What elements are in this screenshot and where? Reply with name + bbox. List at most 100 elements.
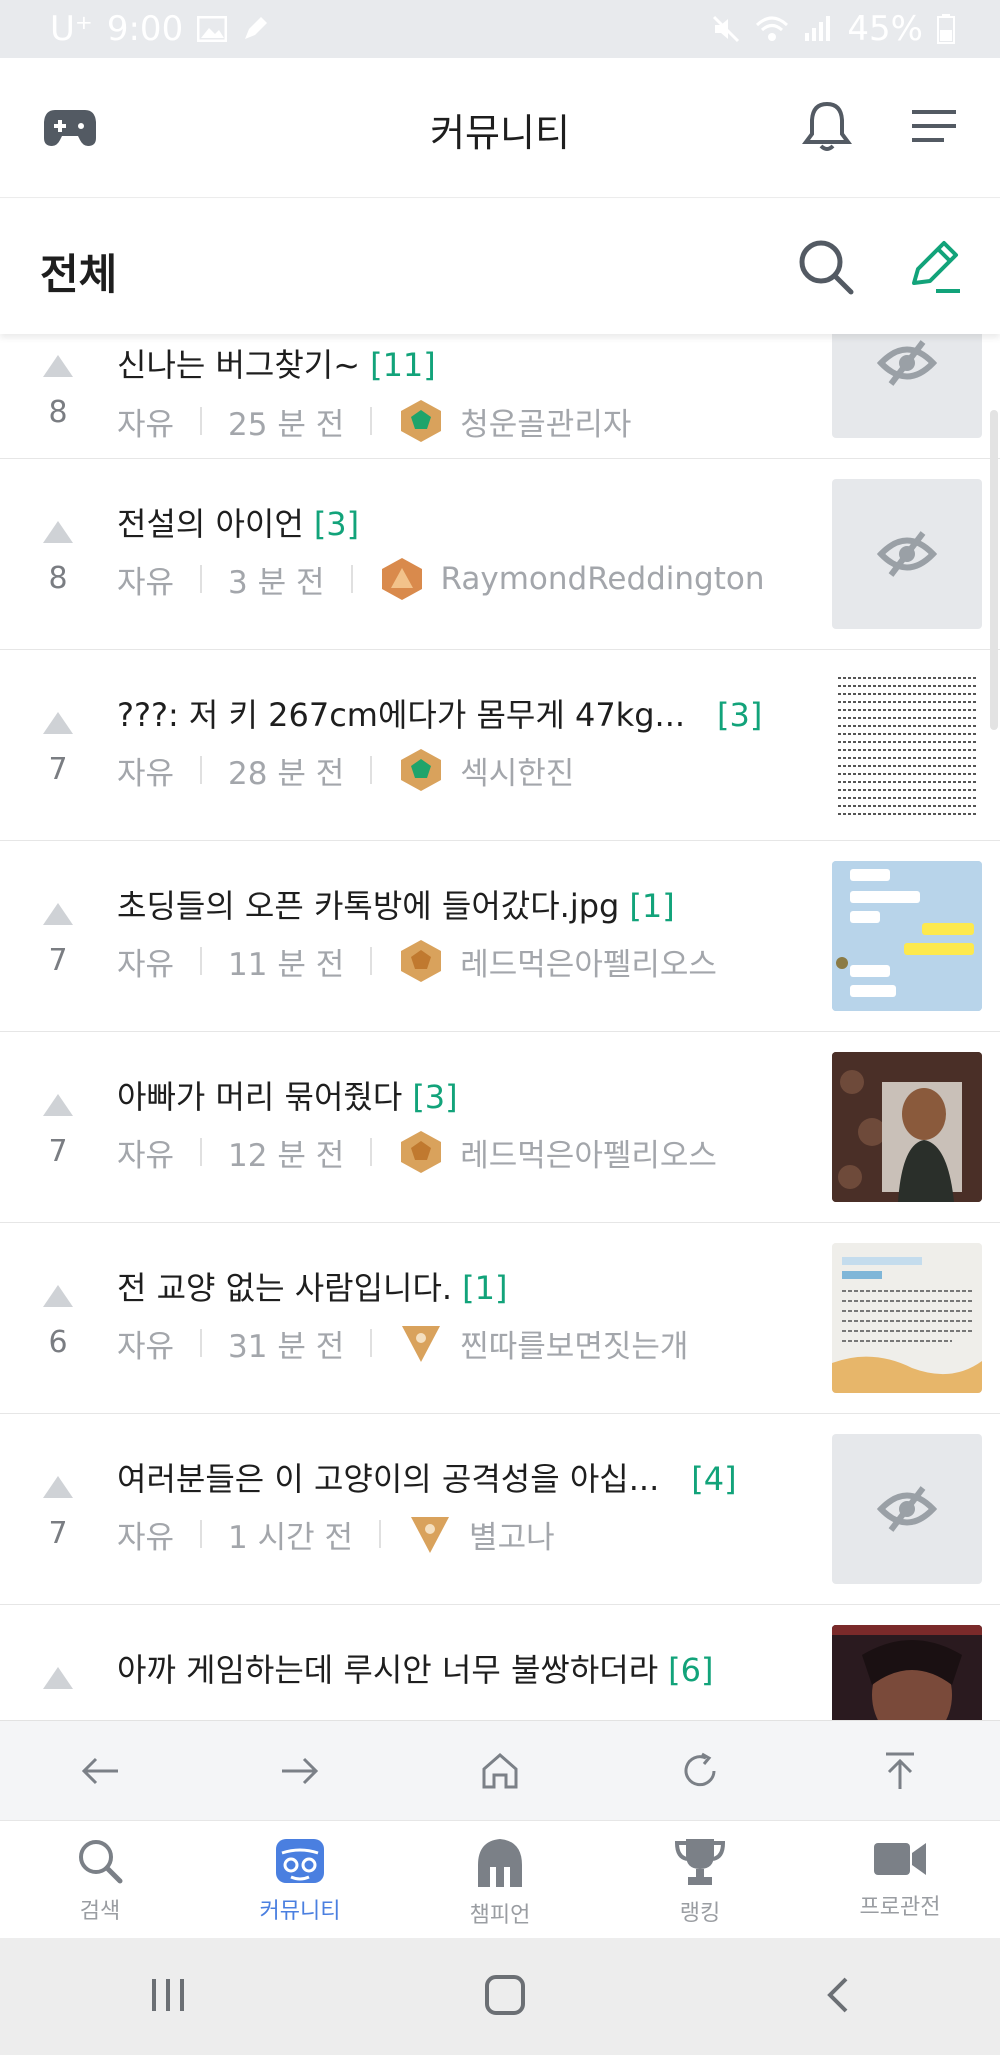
list-scrollbar[interactable] bbox=[990, 410, 998, 730]
rank-badge-icon bbox=[401, 400, 442, 442]
post-author[interactable]: 레드먹은아펠리오스 bbox=[460, 1130, 717, 1175]
post-category: 자유 bbox=[117, 1328, 175, 1365]
recent-apps-button[interactable] bbox=[148, 1977, 188, 2017]
bell-icon bbox=[802, 101, 852, 151]
arrow-left-icon bbox=[81, 1757, 118, 1784]
post-title: 아까 게임하는데 루시안 너무 불쌍하더라 [6] bbox=[117, 1645, 714, 1691]
tab-community[interactable]: 커뮤니티 bbox=[200, 1821, 400, 1938]
upvote-arrow-icon bbox=[43, 903, 73, 925]
helmet-icon bbox=[478, 1839, 522, 1887]
post-time: 31 분 전 bbox=[228, 1328, 345, 1365]
post-author[interactable]: 별고나 bbox=[469, 1512, 555, 1557]
post-meta: 자유 1 시간 전 별고나 bbox=[117, 1511, 555, 1557]
post-author[interactable]: 청운골관리자 bbox=[460, 399, 631, 444]
refresh-icon bbox=[684, 1752, 716, 1786]
comment-count: [6] bbox=[668, 1651, 714, 1689]
tab-pro-spectate[interactable]: 프로관전 bbox=[800, 1821, 1000, 1938]
post-thumbnail[interactable] bbox=[832, 334, 982, 438]
upvote[interactable]: 7 bbox=[40, 903, 76, 978]
upvote[interactable] bbox=[40, 1667, 76, 1707]
post-thumbnail[interactable] bbox=[832, 1625, 982, 1720]
tab-search[interactable]: 검색 bbox=[0, 1821, 200, 1938]
post-author[interactable]: 찐따를보면짓는개 bbox=[460, 1321, 688, 1366]
forward-button[interactable] bbox=[260, 1731, 340, 1811]
back-system-button[interactable] bbox=[822, 1975, 852, 2019]
upvote-arrow-icon bbox=[43, 1094, 73, 1116]
post-row[interactable]: 7 초딩들의 오픈 카톡방에 들어갔다.jpg [1] 자유 11 분 전 레드먹… bbox=[0, 841, 1000, 1032]
comment-count: [4] bbox=[691, 1460, 737, 1498]
post-row[interactable]: 7 여러분들은 이 고양이의 공격성을 아십... [4] 자유 1 시간 전 별… bbox=[0, 1414, 1000, 1605]
divider bbox=[370, 407, 373, 435]
mute-icon bbox=[713, 15, 740, 43]
post-category: 자유 bbox=[117, 564, 175, 601]
browser-nav-bar bbox=[0, 1720, 1000, 1820]
trophy-icon bbox=[674, 1839, 726, 1885]
upvote[interactable]: 8 bbox=[40, 355, 76, 430]
vote-count: 7 bbox=[48, 1134, 68, 1169]
menu-button[interactable] bbox=[902, 94, 966, 158]
post-row[interactable]: 8 신나는 버그찾기~ [11] 자유 25 분 전 청운골관리자 bbox=[0, 334, 1000, 459]
post-title: 여러분들은 이 고양이의 공격성을 아십... [4] bbox=[117, 1454, 737, 1500]
divider bbox=[370, 1138, 373, 1166]
tab-champion[interactable]: 챔피언 bbox=[400, 1821, 600, 1938]
book-page-image bbox=[832, 1243, 982, 1393]
vote-count: 7 bbox=[48, 752, 68, 787]
community-icon bbox=[276, 1839, 324, 1883]
back-button[interactable] bbox=[60, 1731, 140, 1811]
divider bbox=[200, 756, 203, 784]
post-row[interactable]: 6 전 교양 없는 사람입니다. [1] 자유 31 분 전 찐따를보면짓는개 bbox=[0, 1223, 1000, 1414]
post-row[interactable]: 7 ???: 저 키 267cm에다가 몸무게 47kg... [3] 자유 28… bbox=[0, 650, 1000, 841]
post-row[interactable]: 7 아빠가 머리 묶어줬다 [3] 자유 12 분 전 레드먹은아펠리오스 bbox=[0, 1032, 1000, 1223]
refresh-button[interactable] bbox=[660, 1731, 740, 1811]
comment-count: [11] bbox=[370, 346, 436, 384]
upvote[interactable]: 7 bbox=[40, 1094, 76, 1169]
post-meta: 자유 25 분 전 청운골관리자 bbox=[117, 398, 631, 444]
post-author[interactable]: 레드먹은아펠리오스 bbox=[460, 939, 717, 984]
upvote[interactable]: 8 bbox=[40, 521, 76, 596]
upvote-arrow-icon bbox=[43, 1667, 73, 1689]
arrow-up-to-top-icon bbox=[886, 1752, 914, 1789]
battery-label: 45% bbox=[847, 9, 923, 49]
post-title: 아빠가 머리 묶어줬다 [3] bbox=[117, 1072, 458, 1118]
signal-icon bbox=[805, 16, 831, 41]
post-thumbnail[interactable] bbox=[832, 1052, 982, 1202]
post-time: 25 분 전 bbox=[228, 406, 345, 443]
home-square-icon bbox=[485, 1974, 525, 2015]
notification-button[interactable] bbox=[795, 94, 859, 158]
recent-apps-icon bbox=[152, 1978, 184, 2011]
vote-count: 7 bbox=[48, 1516, 68, 1551]
home-system-button[interactable] bbox=[484, 1974, 526, 2020]
post-title-text: 초딩들의 오픈 카톡방에 들어갔다.jpg bbox=[117, 887, 620, 925]
post-title-text: ???: 저 키 267cm에다가 몸무게 47kg... bbox=[117, 696, 686, 734]
post-title-text: 전 교양 없는 사람입니다. bbox=[117, 1269, 453, 1307]
post-author[interactable]: RaymondReddington bbox=[441, 561, 765, 597]
post-category: 자유 bbox=[117, 406, 175, 443]
post-meta: 자유 28 분 전 섹시한진 bbox=[117, 747, 574, 793]
upvote-arrow-icon bbox=[43, 521, 73, 543]
post-thumbnail[interactable] bbox=[832, 670, 982, 820]
upvote[interactable]: 7 bbox=[40, 712, 76, 787]
wifi-icon bbox=[756, 16, 789, 41]
home-button[interactable] bbox=[460, 1731, 540, 1811]
search-button[interactable] bbox=[792, 233, 860, 301]
status-bar: U⁺ 9:00 45% bbox=[0, 0, 1000, 58]
post-author[interactable]: 섹시한진 bbox=[460, 748, 574, 793]
post-category: 자유 bbox=[117, 755, 175, 792]
video-icon bbox=[874, 1843, 926, 1875]
tab-ranking[interactable]: 랭킹 bbox=[600, 1821, 800, 1938]
post-thumbnail[interactable] bbox=[832, 1434, 982, 1584]
post-thumbnail[interactable] bbox=[832, 479, 982, 629]
vote-count: 8 bbox=[48, 395, 68, 430]
post-title-text: 여러분들은 이 고양이의 공격성을 아십... bbox=[117, 1460, 660, 1498]
post-thumbnail[interactable] bbox=[832, 1243, 982, 1393]
scroll-top-button[interactable] bbox=[860, 1731, 940, 1811]
post-row[interactable]: 아까 게임하는데 루시안 너무 불쌍하더라 [6] bbox=[0, 1605, 1000, 1720]
upvote[interactable]: 6 bbox=[40, 1285, 76, 1360]
write-post-button[interactable] bbox=[900, 233, 968, 301]
post-row[interactable]: 8 전설의 아이언 [3] 자유 3 분 전 RaymondReddington bbox=[0, 459, 1000, 650]
post-thumbnail[interactable] bbox=[832, 861, 982, 1011]
tab-label: 커뮤니티 bbox=[259, 1899, 341, 1924]
hidden-eye-icon bbox=[877, 1486, 937, 1532]
upvote[interactable]: 7 bbox=[40, 1476, 76, 1551]
text-document-image bbox=[838, 677, 976, 815]
